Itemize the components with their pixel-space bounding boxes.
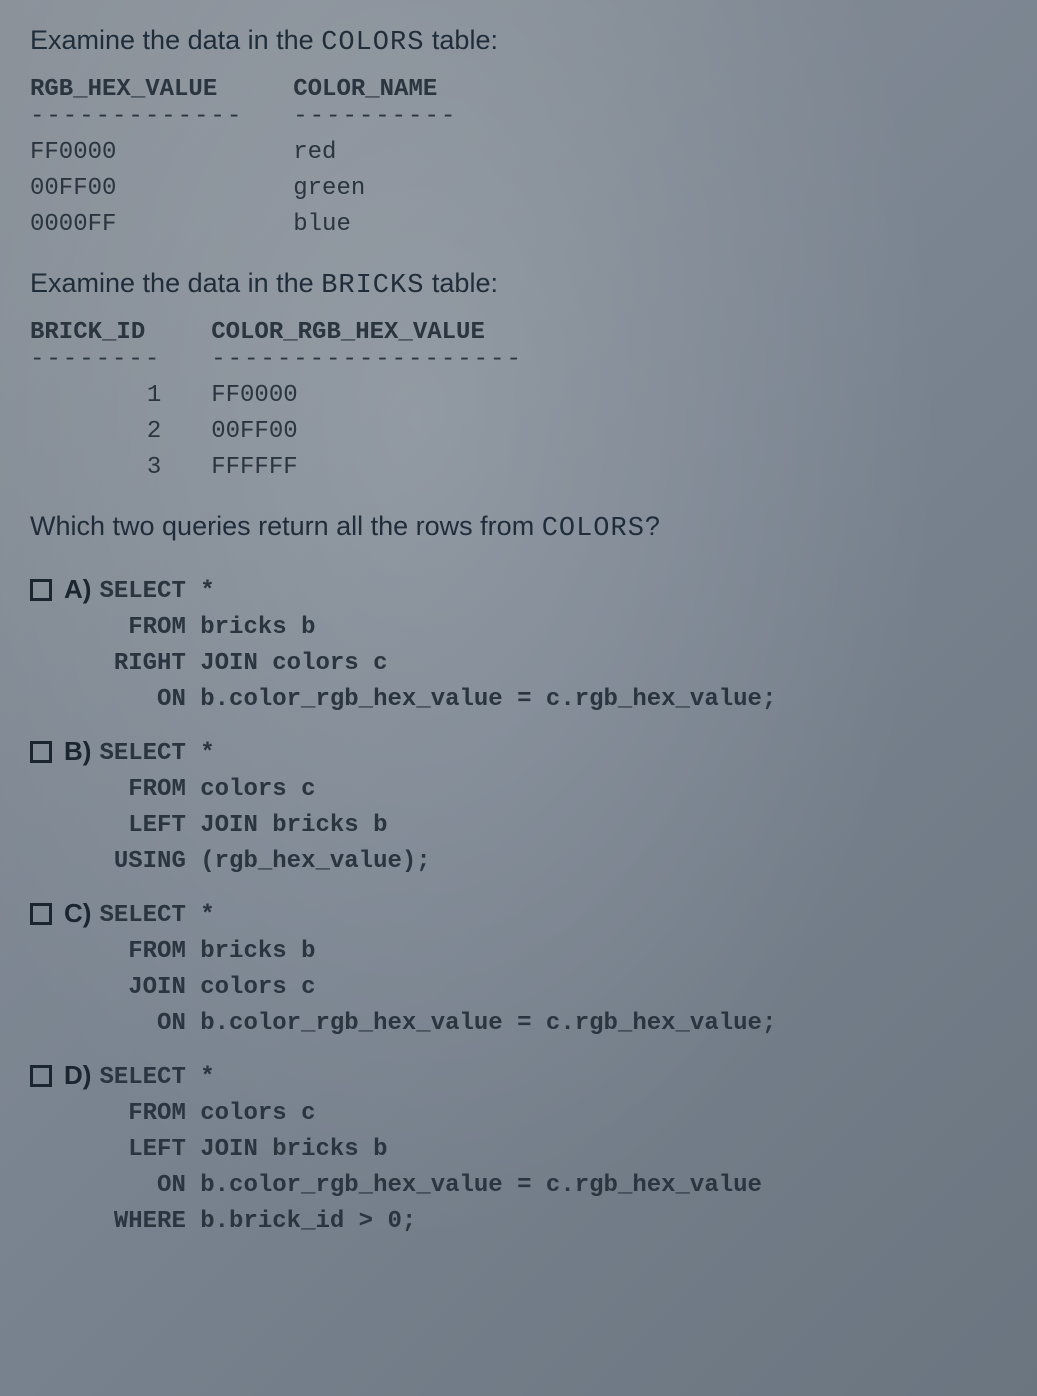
option-c: C) SELECT * FROM bricks b JOIN colors c … (30, 898, 1007, 1042)
table-cell: 2 (30, 414, 161, 450)
question-table: COLORS (542, 514, 645, 544)
bricks-table: BRICK_ID -------- 1 2 3 COLOR_RGB_HEX_VA… (30, 319, 1007, 486)
bricks-header-id: BRICK_ID (30, 319, 161, 346)
intro1-suffix: table: (424, 25, 498, 55)
bricks-header-color: COLOR_RGB_HEX_VALUE (211, 319, 523, 346)
option-b-label: B) (64, 736, 91, 767)
table-cell: green (293, 171, 457, 207)
colors-table: RGB_HEX_VALUE ------------- FF0000 00FF0… (30, 76, 1007, 243)
table-cell: FF0000 (211, 378, 523, 414)
table-cell: 3 (30, 450, 161, 486)
option-b-code: SELECT * FROM colors c LEFT JOIN bricks … (99, 736, 430, 880)
option-b: B) SELECT * FROM colors c LEFT JOIN bric… (30, 736, 1007, 880)
option-a-code: SELECT * FROM bricks b RIGHT JOIN colors… (99, 574, 776, 718)
intro-colors: Examine the data in the COLORS table: (30, 25, 1007, 58)
option-a-label: A) (64, 574, 91, 605)
dash-line: ------------- (30, 105, 243, 129)
dash-line: -------- (30, 348, 161, 372)
bricks-col-color: COLOR_RGB_HEX_VALUE ------------------- … (211, 319, 523, 486)
option-c-label: C) (64, 898, 91, 929)
table-cell: 0000FF (30, 207, 243, 243)
intro-bricks: Examine the data in the BRICKS table: (30, 268, 1007, 301)
colors-header-rgb: RGB_HEX_VALUE (30, 76, 243, 103)
intro2-prefix: Examine the data in the (30, 268, 321, 298)
intro1-table: COLORS (321, 28, 424, 58)
checkbox-c[interactable] (30, 903, 52, 925)
question-suffix: ? (645, 511, 660, 541)
option-d-label: D) (64, 1060, 91, 1091)
colors-col-name: COLOR_NAME ---------- red green blue (293, 76, 457, 243)
table-cell: 00FF00 (30, 171, 243, 207)
question: Which two queries return all the rows fr… (30, 511, 1007, 544)
table-cell: 00FF00 (211, 414, 523, 450)
table-cell: blue (293, 207, 457, 243)
question-prefix: Which two queries return all the rows fr… (30, 511, 542, 541)
dash-line: ------------------- (211, 348, 523, 372)
option-d: D) SELECT * FROM colors c LEFT JOIN bric… (30, 1060, 1007, 1240)
intro2-table: BRICKS (321, 271, 424, 301)
table-cell: red (293, 135, 457, 171)
intro2-suffix: table: (424, 268, 498, 298)
intro1-prefix: Examine the data in the (30, 25, 321, 55)
colors-header-name: COLOR_NAME (293, 76, 457, 103)
option-c-code: SELECT * FROM bricks b JOIN colors c ON … (99, 898, 776, 1042)
checkbox-d[interactable] (30, 1065, 52, 1087)
option-a: A) SELECT * FROM bricks b RIGHT JOIN col… (30, 574, 1007, 718)
bricks-col-id: BRICK_ID -------- 1 2 3 (30, 319, 161, 486)
checkbox-a[interactable] (30, 579, 52, 601)
table-cell: FF0000 (30, 135, 243, 171)
option-d-code: SELECT * FROM colors c LEFT JOIN bricks … (99, 1060, 762, 1240)
table-cell: 1 (30, 378, 161, 414)
colors-col-rgb: RGB_HEX_VALUE ------------- FF0000 00FF0… (30, 76, 243, 243)
dash-line: ---------- (293, 105, 457, 129)
checkbox-b[interactable] (30, 741, 52, 763)
table-cell: FFFFFF (211, 450, 523, 486)
